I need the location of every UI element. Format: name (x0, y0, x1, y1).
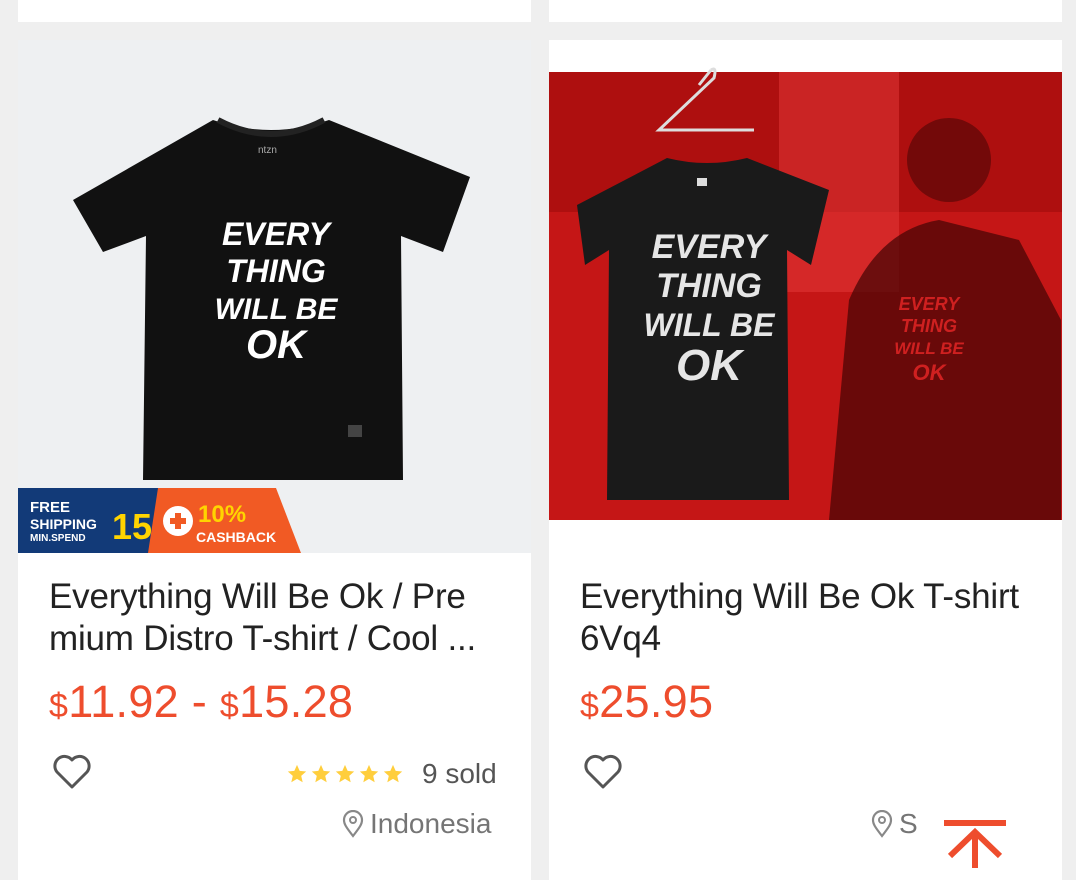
location-pin-icon (871, 810, 893, 838)
svg-text:WILL BE: WILL BE (894, 339, 964, 358)
product-card-1[interactable]: ntzn EVERY THING WILL BE OK FREE SHIPPIN… (18, 40, 531, 880)
svg-text:THING: THING (656, 267, 762, 305)
star-icon (311, 764, 331, 783)
heart-outline-icon[interactable] (583, 754, 623, 790)
currency-symbol: $ (49, 687, 69, 725)
svg-text:10%: 10% (198, 501, 246, 528)
promo-banner: FREE SHIPPING MIN.SPEND 15 10% CASHBACK (18, 488, 318, 553)
svg-text:MIN.SPEND: MIN.SPEND (30, 533, 86, 544)
product-title[interactable]: Everything Will Be Ok / Pre mium Distro … (49, 576, 509, 660)
svg-text:THING: THING (226, 253, 326, 289)
star-icon (335, 764, 355, 783)
svg-text:SHIPPING: SHIPPING (30, 516, 97, 532)
star-icon (383, 764, 403, 783)
product-price: $25.95 (580, 676, 713, 728)
star-rating (286, 763, 404, 785)
tshirt-image: ntzn EVERY THING WILL BE OK (18, 40, 531, 553)
sold-count: 9 sold (422, 758, 497, 789)
svg-text:CASHBACK: CASHBACK (196, 529, 276, 545)
svg-text:EVERY: EVERY (222, 216, 333, 252)
svg-text:OK: OK (913, 360, 948, 385)
svg-text:EVERY: EVERY (652, 228, 770, 266)
price-value: 25.95 (599, 676, 714, 727)
price-separator: - (179, 676, 220, 727)
price-high: 15.28 (239, 676, 354, 727)
previous-card-left[interactable] (18, 0, 531, 22)
rating: 9 sold (286, 758, 497, 789)
location-pin-icon (342, 810, 364, 838)
svg-text:EVERY: EVERY (899, 294, 962, 314)
product-image-1[interactable]: ntzn EVERY THING WILL BE OK FREE SHIPPIN… (18, 40, 531, 553)
product-card-2[interactable]: EVERY THING WILL BE OK EVERY THING WILL … (549, 40, 1062, 880)
location: S (871, 808, 918, 840)
star-icon (287, 764, 307, 783)
arrow-up-to-line-icon[interactable] (940, 818, 1010, 868)
price-low: 11.92 (68, 676, 179, 727)
svg-text:OK: OK (246, 323, 309, 367)
location-text: S (899, 808, 918, 839)
currency-symbol: $ (580, 687, 600, 725)
svg-text:FREE: FREE (30, 499, 70, 516)
heart-outline-icon[interactable] (52, 754, 92, 790)
product-title[interactable]: Everything Will Be Ok T-shirt 6Vq4 (580, 576, 1040, 660)
product-price: $11.92 - $15.28 (49, 676, 353, 728)
previous-card-right[interactable] (549, 0, 1062, 22)
tshirt-image: EVERY THING WILL BE OK EVERY THING WILL … (549, 40, 1062, 553)
location: Indonesia (342, 808, 491, 840)
product-image-2[interactable]: EVERY THING WILL BE OK EVERY THING WILL … (549, 40, 1062, 553)
svg-text:ntzn: ntzn (258, 145, 277, 156)
svg-text:15: 15 (112, 506, 152, 547)
star-icon (359, 764, 379, 783)
svg-text:WILL BE: WILL BE (215, 293, 339, 326)
location-text: Indonesia (370, 808, 492, 839)
svg-text:WILL BE: WILL BE (644, 307, 777, 343)
currency-symbol: $ (219, 687, 240, 725)
svg-text:OK: OK (676, 341, 745, 390)
svg-text:THING: THING (901, 316, 957, 336)
